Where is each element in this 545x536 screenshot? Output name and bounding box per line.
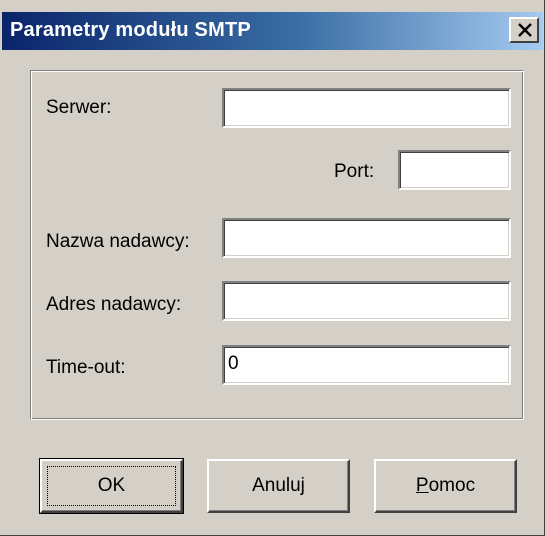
help-button[interactable]: Pomoc: [374, 459, 517, 513]
cancel-button-label: Anuluj: [252, 475, 305, 496]
sender-name-label: Nazwa nadawcy:: [46, 231, 190, 252]
dialog-title: Parametry modułu SMTP: [10, 19, 251, 41]
server-label: Serwer:: [46, 97, 112, 118]
help-label-rest: omoc: [428, 475, 476, 496]
ok-button-label: OK: [97, 475, 126, 496]
server-input[interactable]: [222, 88, 511, 128]
port-input[interactable]: [398, 150, 511, 190]
smtp-settings-dialog: Parametry modułu SMTP Serwer: Port: Nazw…: [0, 0, 545, 536]
help-mnemonic: P: [415, 475, 429, 496]
sender-name-input[interactable]: [222, 218, 511, 258]
timeout-label: Time-out:: [46, 357, 126, 378]
close-icon: [518, 23, 532, 37]
help-button-label: Pomoc: [416, 475, 475, 496]
close-button[interactable]: [509, 17, 539, 43]
title-bar[interactable]: Parametry modułu SMTP: [2, 12, 543, 50]
sender-address-input[interactable]: [222, 281, 511, 321]
sender-address-label: Adres nadawcy:: [46, 294, 182, 315]
timeout-input[interactable]: 0: [222, 345, 511, 385]
cancel-button[interactable]: Anuluj: [207, 459, 350, 513]
port-label: Port:: [334, 161, 375, 182]
ok-button[interactable]: OK: [39, 458, 184, 514]
